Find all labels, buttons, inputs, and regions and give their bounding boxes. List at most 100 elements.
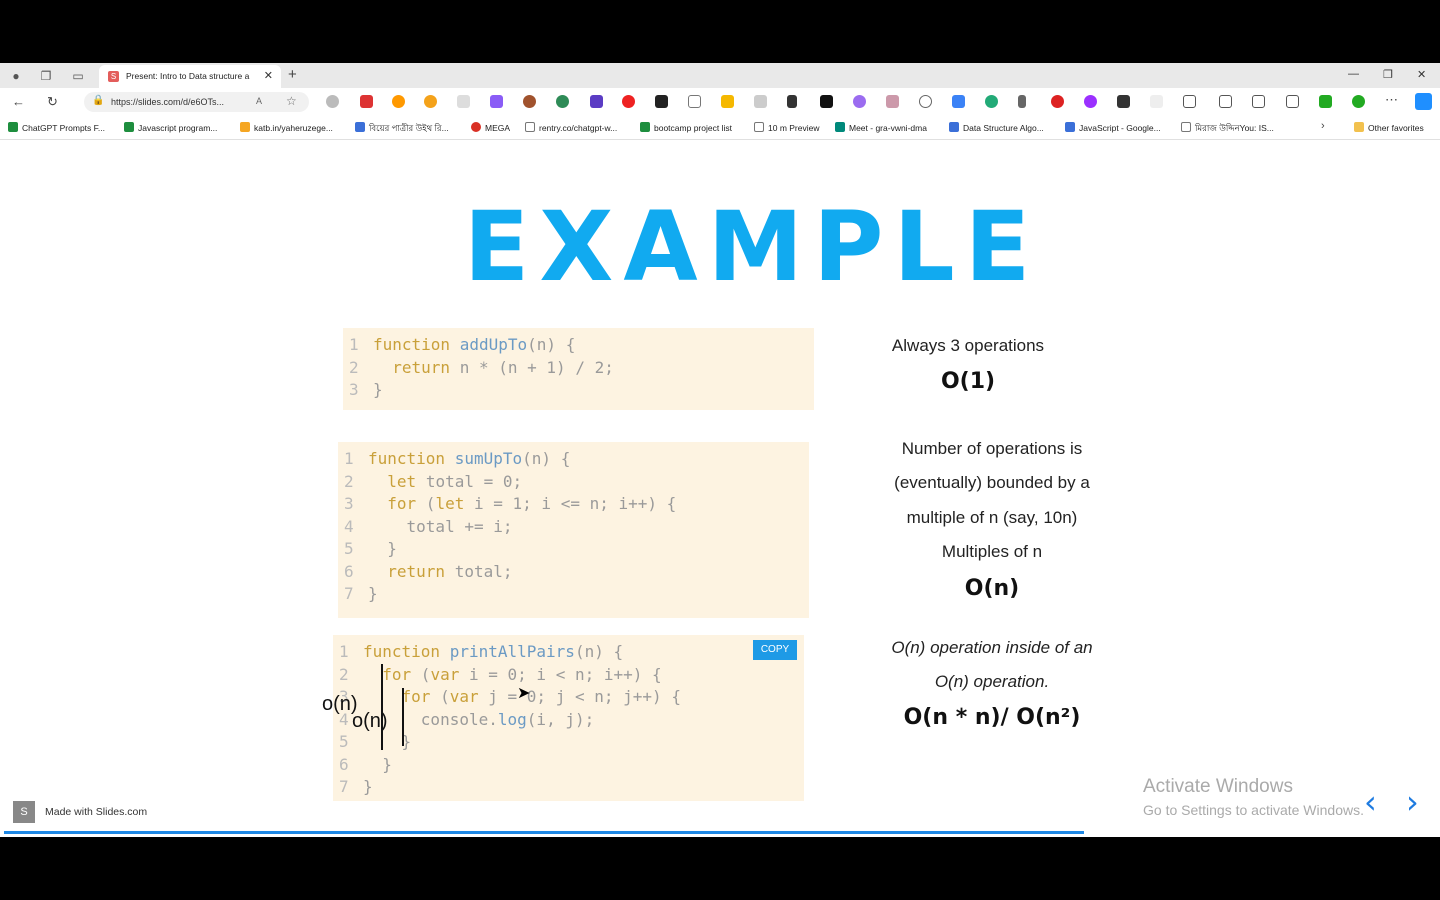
bookmark-item[interactable]: bootcamp project list [640, 122, 732, 133]
right3-big: O(n * n)/ O(n²) [903, 705, 1081, 730]
code-line: 2 let total = 0; [344, 471, 809, 494]
back-icon[interactable]: ← [12, 94, 25, 109]
collections-icon[interactable] [1286, 95, 1299, 108]
other-favorites[interactable]: Other favorites [1354, 122, 1424, 133]
url-field[interactable]: 🔒 https://slides.com/d/e6OTs... A ☆ [84, 92, 309, 112]
slide-progress-bar [4, 831, 1084, 834]
made-with-label: Made with Slides.com [45, 806, 148, 818]
bookmark-item[interactable]: JavaScript - Google... [1065, 122, 1161, 133]
code-text: function addUpTo(n) { [373, 335, 576, 354]
extension-icon[interactable] [1117, 95, 1130, 108]
bookmark-item[interactable]: katb.in/yaheruzege... [240, 122, 333, 133]
bookmark-item[interactable]: Data Structure Algo... [949, 122, 1044, 133]
extension-icon[interactable] [457, 95, 470, 108]
extension-icon[interactable] [360, 95, 373, 108]
address-bar-row: ← ↻ 🔒 https://slides.com/d/e6OTs... A ☆ [0, 88, 1440, 116]
code-text: return total; [387, 561, 513, 581]
extension-icon[interactable] [392, 95, 405, 108]
bookmark-icon [525, 122, 535, 132]
bookmark-item[interactable]: 10 m Preview [754, 122, 820, 133]
extension-icon[interactable] [1084, 95, 1097, 108]
code-text: } [363, 777, 373, 796]
close-window-icon[interactable]: ✕ [1417, 68, 1426, 81]
right2-line3: multiple of n (say, 10n) [906, 508, 1078, 527]
line-number: 1 [349, 335, 359, 354]
refresh-icon[interactable]: ↻ [47, 94, 58, 110]
code-text: } [363, 754, 392, 774]
extension-icon[interactable] [1150, 95, 1163, 108]
extension-icon[interactable] [721, 95, 734, 108]
extension-icon[interactable] [326, 95, 339, 108]
line-number: 5 [339, 732, 349, 751]
code-line: 5 } [339, 731, 804, 754]
tab-actions-icon[interactable]: ▭ [70, 68, 86, 84]
opera-icon[interactable] [622, 95, 635, 108]
chevron-right-icon[interactable]: › [1321, 120, 1325, 132]
right3-line1: O(n) operation inside of an [891, 638, 1093, 657]
slide: EXAMPLE 1 function addUpTo(n) { 2 return n… [4, 143, 1436, 837]
extension-icon[interactable] [985, 95, 998, 108]
extension-icon[interactable] [1352, 95, 1365, 108]
extension-icon[interactable] [424, 95, 437, 108]
bookmark-item[interactable]: বিয়ের পাত্রীর উইথ রি... [355, 122, 449, 136]
microphone-icon[interactable] [1018, 95, 1026, 108]
bookmark-item[interactable]: ChatGPT Prompts F... [8, 122, 105, 133]
bookmark-icon [754, 122, 764, 132]
read-aloud-icon[interactable]: A [256, 96, 262, 106]
prev-slide-chevron-left-icon[interactable]: ‹ [1364, 783, 1377, 821]
bookmark-icon [949, 122, 959, 132]
right3-line2: O(n) operation. [934, 672, 1050, 691]
copilot-icon[interactable] [1415, 93, 1432, 110]
extension-icon[interactable] [590, 95, 603, 108]
bookmark-item[interactable]: MEGA [471, 122, 510, 133]
downloads-icon[interactable] [1319, 95, 1332, 108]
extension-icon[interactable] [820, 95, 833, 108]
extension-icon[interactable] [523, 95, 536, 108]
extensions-puzzle-icon[interactable] [1183, 95, 1196, 108]
bookmark-icon [471, 122, 481, 132]
code-text: total += i; [406, 516, 513, 536]
extension-icon[interactable] [490, 95, 503, 108]
extension-icon[interactable] [688, 95, 701, 108]
extension-icon[interactable] [919, 95, 932, 108]
profile-icon[interactable]: ● [8, 68, 24, 84]
line-number: 2 [344, 471, 354, 491]
favorite-star-icon[interactable]: ☆ [286, 94, 297, 108]
workspaces-icon[interactable]: ❐ [38, 68, 54, 84]
extension-icon[interactable] [787, 95, 797, 108]
line-number: 7 [339, 777, 349, 796]
favorites-icon[interactable] [1252, 95, 1265, 108]
copy-button[interactable]: COPY [753, 640, 797, 660]
extension-icon[interactable] [853, 95, 866, 108]
extension-icon[interactable] [1051, 95, 1064, 108]
close-tab-icon[interactable]: ✕ [264, 69, 273, 82]
code-text: let total = 0; [387, 471, 523, 491]
line-number: 7 [344, 584, 354, 603]
line-number: 6 [344, 561, 354, 581]
extension-icon[interactable] [952, 95, 965, 108]
bookmark-icon [835, 122, 845, 132]
next-slide-chevron-right-icon[interactable]: › [1406, 783, 1419, 821]
bookmark-item[interactable]: Meet - gra-vwni-dma [835, 122, 927, 133]
more-menu-icon[interactable]: ⋯ [1385, 92, 1398, 108]
code-line: 5 } [344, 538, 809, 561]
active-tab[interactable]: S Present: Intro to Data structure a ✕ [99, 65, 281, 88]
code-line: 7} [339, 776, 804, 799]
extension-icon[interactable] [655, 95, 668, 108]
code-line: 1 function sumUpTo(n) { [344, 448, 809, 471]
extension-icon[interactable] [556, 95, 569, 108]
bookmark-item[interactable]: Javascript program... [124, 122, 217, 133]
new-tab-icon[interactable]: + [288, 66, 297, 83]
code-line: 2 return n * (n + 1) / 2; [349, 357, 814, 380]
code-text: } [368, 539, 397, 558]
extension-icon[interactable] [754, 95, 767, 108]
restore-icon[interactable]: ❐ [1383, 68, 1393, 81]
slides-favicon-icon: S [108, 71, 119, 82]
bookmark-item[interactable]: rentry.co/chatgpt-w... [525, 122, 617, 133]
extension-icon[interactable] [886, 95, 899, 108]
lock-icon: 🔒 [92, 95, 105, 106]
bookmark-item[interactable]: মিরাজ উদ্দিনYou: IS... [1181, 122, 1274, 136]
minimize-icon[interactable]: — [1348, 68, 1359, 80]
split-screen-icon[interactable] [1219, 95, 1232, 108]
slide-title: EXAMPLE [463, 191, 1041, 303]
